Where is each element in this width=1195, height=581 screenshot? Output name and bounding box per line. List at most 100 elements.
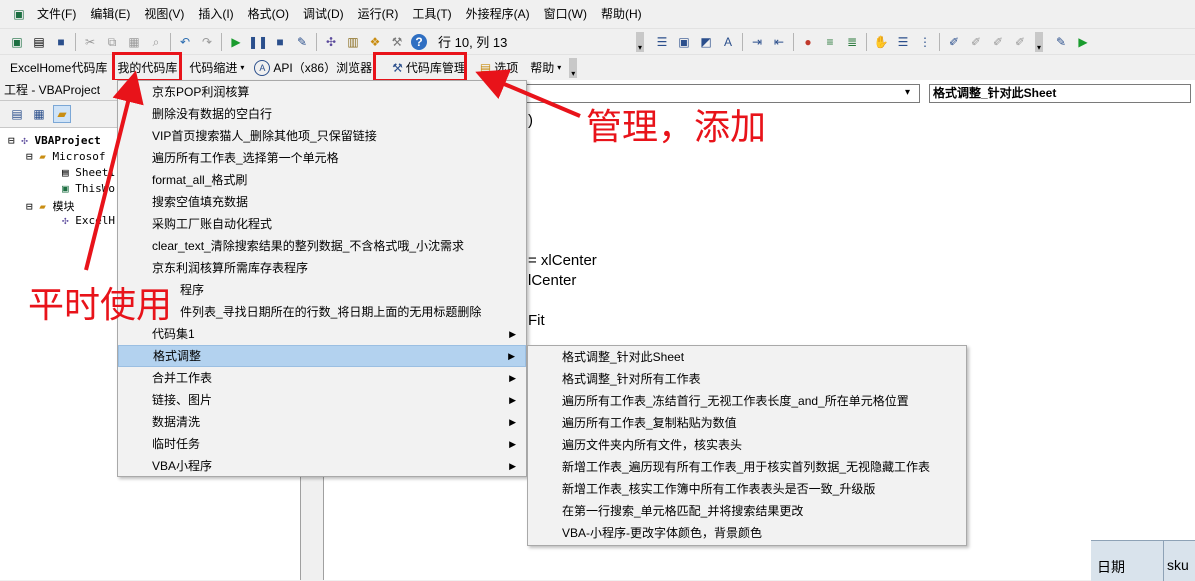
menu-debug[interactable]: 调试(D) (296, 0, 351, 28)
submenu-item[interactable]: 数据清洗 ▶ (118, 411, 526, 433)
menu-insert[interactable]: 插入(I) (191, 0, 240, 28)
toggle-breakpoint-icon[interactable]: ● (800, 34, 816, 50)
menu-item[interactable]: 遍历所有工作表_复制粘贴为数值 (528, 412, 966, 434)
break-icon[interactable]: ❚❚ (248, 34, 268, 50)
tree-item-thisworkbook[interactable]: ▣ ThisWo (62, 182, 115, 195)
toggle-folders-icon[interactable]: ▰ (53, 105, 71, 123)
menu-tools[interactable]: 工具(T) (405, 0, 458, 28)
menu-item[interactable]: 件列表_寻找日期所在的行数_将日期上面的无用标题删除 (118, 301, 526, 323)
menu-item[interactable]: 搜索空值填充数据 (118, 191, 526, 213)
options-button[interactable]: ▤ 选项 (476, 59, 522, 76)
sheet-cell-sku[interactable]: sku (1167, 557, 1189, 573)
menu-item[interactable]: 京东利润核算所需库存表程序 (118, 257, 526, 279)
menu-item[interactable]: format_all_格式刷 (118, 169, 526, 191)
redo-icon[interactable]: ↷ (199, 34, 215, 50)
menu-item[interactable]: 遍历所有工作表_选择第一个单元格 (118, 147, 526, 169)
properties-icon[interactable]: ▥ (345, 34, 361, 50)
complete-word-icon[interactable]: A (720, 34, 736, 50)
menu-file[interactable]: 文件(F) (30, 0, 83, 28)
run-sub-icon[interactable]: ▶ (1075, 34, 1091, 50)
excel-icon[interactable]: ▣ (11, 6, 27, 22)
toolbar-grip-handle[interactable]: ▾ (569, 57, 578, 78)
procedure-combo[interactable]: 格式调整_针对此Sheet (929, 84, 1191, 103)
clear-bookmarks-icon[interactable]: ✐ (1012, 34, 1028, 50)
object-browser-icon[interactable]: ❖ (367, 34, 383, 50)
chevron-down-icon[interactable]: ▾ (905, 87, 910, 98)
uncomment-block-icon[interactable]: ≣ (844, 34, 860, 50)
menu-help[interactable]: 帮助(H) (594, 0, 649, 28)
menu-item[interactable]: 京东POP利润核算 (118, 81, 526, 103)
save-icon[interactable]: ■ (53, 34, 69, 50)
submenu-item[interactable]: 临时任务 ▶ (118, 433, 526, 455)
quick-info-icon[interactable]: ▣ (676, 34, 692, 50)
toolbar-grip-handle[interactable]: ▾ (636, 31, 644, 52)
design-mode-icon[interactable]: ✎ (294, 34, 310, 50)
submenu-item[interactable]: VBA小程序 ▶ (118, 455, 526, 477)
comment-block-icon[interactable]: ≡ (822, 34, 838, 50)
submenu-item-selected[interactable]: 格式调整 ▶ (118, 345, 526, 367)
help-icon[interactable]: ? (411, 33, 427, 50)
menu-edit[interactable]: 编辑(E) (83, 0, 137, 28)
api-browser-button[interactable]: A API（x86）浏览器 (250, 59, 376, 76)
menu-item[interactable]: 格式调整_针对此Sheet (528, 346, 966, 368)
run-icon[interactable]: ▶ (228, 34, 244, 50)
find-icon[interactable]: ⌕ (148, 34, 164, 50)
menu-item[interactable]: 遍历所有工作表_冻结首行_无视工作表长度_and_所在单元格位置 (528, 390, 966, 412)
tree-item-sheet-label: Sheet1 (75, 166, 115, 179)
menu-view[interactable]: 视图(V) (137, 0, 191, 28)
toolbox-icon[interactable]: ⚒ (389, 34, 405, 50)
outdent-icon[interactable]: ⇤ (771, 34, 787, 50)
menu-item[interactable]: 程序 (118, 279, 526, 301)
collapse-icon[interactable]: ⊟ (26, 200, 33, 213)
submenu-item[interactable]: 合并工作表 ▶ (118, 367, 526, 389)
menu-item[interactable]: 新增工作表_核实工作簿中所有工作表表头是否一致_升级版 (528, 478, 966, 500)
prev-bookmark-icon[interactable]: ✐ (990, 34, 1006, 50)
menu-item[interactable]: 格式调整_针对所有工作表 (528, 368, 966, 390)
menu-item[interactable]: clear_text_清除搜索结果的整列数据_不含格式哦_小沈需求 (118, 235, 526, 257)
insert-module-icon[interactable]: ▤ (31, 34, 47, 50)
next-bookmark-icon[interactable]: ✐ (968, 34, 984, 50)
tree-item-module[interactable]: ✣ ExcelH (62, 214, 115, 227)
submenu-item[interactable]: 代码集1 ▶ (118, 323, 526, 345)
paste-icon[interactable]: ▦ (126, 34, 142, 50)
menu-run[interactable]: 运行(R) (351, 0, 406, 28)
parameter-info-icon[interactable]: ◩ (698, 34, 714, 50)
list-alt-icon[interactable]: ⋮ (917, 34, 933, 50)
menu-item[interactable]: 删除没有数据的空白行 (118, 103, 526, 125)
view-code-icon[interactable]: ▤ (9, 106, 25, 122)
edit-list-icon[interactable]: ☰ (654, 34, 670, 50)
menu-item[interactable]: VBA-小程序-更改字体颜色，背景颜色 (528, 522, 966, 544)
menu-item[interactable]: 遍历文件夹内所有文件，核实表头 (528, 434, 966, 456)
tree-folder-objects[interactable]: ⊟ ▰ Microsof (26, 150, 105, 163)
sheet-cell-date[interactable]: 日期 (1097, 557, 1125, 577)
view-excel-icon[interactable]: ▣ (9, 34, 25, 50)
copy-icon[interactable]: ⧉ (104, 34, 120, 50)
menu-window[interactable]: 窗口(W) (537, 0, 594, 28)
project-explorer-icon[interactable]: ✣ (323, 34, 339, 50)
collapse-icon[interactable]: ⊟ (8, 134, 15, 147)
menu-item[interactable]: 新增工作表_遍历现有所有工作表_用于核实首列数据_无视隐藏工作表 (528, 456, 966, 478)
tree-folder-modules[interactable]: ⊟ ▰ 模块 (26, 198, 75, 214)
excelhome-codelib-button[interactable]: ExcelHome代码库 (6, 59, 111, 76)
view-object-icon[interactable]: ▦ (31, 106, 47, 122)
menu-item[interactable]: VIP首页搜索猫人_删除其他项_只保留链接 (118, 125, 526, 147)
indent-icon[interactable]: ⇥ (749, 34, 765, 50)
bookmark-icon[interactable]: ✐ (946, 34, 962, 50)
menu-item[interactable]: 采购工厂账自动化程式 (118, 213, 526, 235)
code-indent-button[interactable]: 代码缩进 ▾ (185, 59, 248, 76)
menu-addins[interactable]: 外接程序(A) (459, 0, 537, 28)
undo-icon[interactable]: ↶ (177, 34, 193, 50)
hand-icon[interactable]: ✋ (873, 34, 889, 50)
tree-item-sheet[interactable]: ▤ Sheet1 (62, 166, 115, 179)
toolbar-grip-handle[interactable]: ▾ (1035, 31, 1043, 52)
reset-icon[interactable]: ■ (272, 34, 288, 50)
menu-item[interactable]: 在第一行搜索_单元格匹配_并将搜索结果更改 (528, 500, 966, 522)
submenu-item[interactable]: 链接、图片 ▶ (118, 389, 526, 411)
list-icon[interactable]: ☰ (895, 34, 911, 50)
help-dropdown-button[interactable]: 帮助 ▾ (526, 59, 565, 76)
menu-format[interactable]: 格式(O) (241, 0, 296, 28)
cut-icon[interactable]: ✂ (82, 34, 98, 50)
collapse-icon[interactable]: ⊟ (26, 150, 33, 163)
tree-root[interactable]: ⊟ ✣ VBAProject (8, 134, 101, 147)
userform-icon[interactable]: ✎ (1053, 34, 1069, 50)
